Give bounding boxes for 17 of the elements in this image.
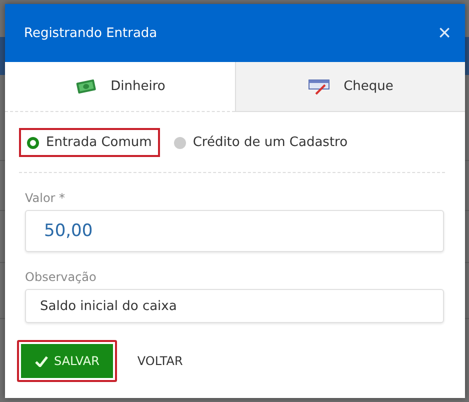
close-button[interactable]: × <box>438 22 451 44</box>
dialog-title: Registrando Entrada <box>24 26 158 40</box>
banknote-icon <box>74 78 97 95</box>
back-button[interactable]: VOLTAR <box>133 344 187 378</box>
radio-option[interactable]: Entrada Comum <box>19 128 160 157</box>
save-button[interactable]: SALVAR <box>17 340 118 382</box>
check-pen-icon <box>308 78 330 95</box>
checkmark-icon <box>35 356 48 366</box>
tab[interactable]: Dinheiro <box>5 62 235 112</box>
tab[interactable]: Cheque <box>235 62 465 112</box>
radio-icon[interactable] <box>27 136 39 148</box>
field-label: Observação <box>25 270 98 284</box>
radio-icon[interactable] <box>174 136 186 148</box>
text-field[interactable]: Saldo inicial do caixa <box>25 289 444 323</box>
amount-field[interactable]: 50,00 <box>25 210 444 252</box>
radio-option[interactable]: Crédito de um Cadastro <box>166 128 356 157</box>
field-label: Valor * <box>25 191 66 205</box>
